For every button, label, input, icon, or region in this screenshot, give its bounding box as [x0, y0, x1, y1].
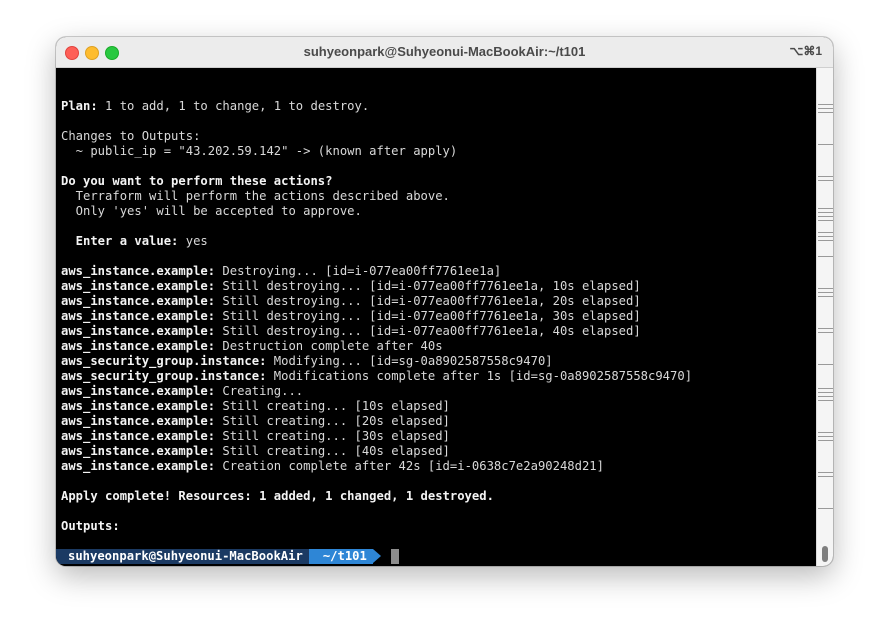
terminal-line: aws_instance.example: Creation complete … [61, 459, 692, 474]
line-label: Enter a value: [61, 234, 186, 248]
line-text: ~ public_ip = "43.202.59.142" -> (known … [61, 144, 458, 158]
resource-status: Creating... [215, 384, 304, 398]
resource-name: aws_instance.example: [61, 399, 216, 413]
resource-status: Still creating... [10s elapsed] [215, 399, 450, 413]
line-value: yes [185, 234, 208, 248]
title-bar[interactable]: suhyeonpark@Suhyeonui-MacBookAir:~/t101 … [56, 37, 833, 68]
shell-prompt[interactable]: suhyeonpark@Suhyeonui-MacBookAir ~/t101 [56, 549, 399, 564]
resource-name: aws_security_group.instance: [61, 369, 267, 383]
terminal-line: aws_instance.example: Still creating... … [61, 429, 692, 444]
terminal-line: Changes to Outputs: [61, 129, 692, 144]
resource-name: aws_instance.example: [61, 324, 216, 338]
terminal-line: Plan: 1 to add, 1 to change, 1 to destro… [61, 99, 692, 114]
terminal-line: Terraform will perform the actions descr… [61, 189, 692, 204]
terminal-line: Enter a value: yes [61, 234, 692, 249]
terminal-output[interactable]: Plan: 1 to add, 1 to change, 1 to destro… [56, 68, 817, 566]
resource-name: aws_security_group.instance: [61, 354, 267, 368]
resource-status: Still destroying... [id=i-077ea00ff7761e… [215, 279, 641, 293]
resource-status: Still creating... [30s elapsed] [215, 429, 450, 443]
resource-status: Destruction complete after 40s [215, 339, 443, 353]
window-title: suhyeonpark@Suhyeonui-MacBookAir:~/t101 [303, 44, 586, 59]
resource-status: Destroying... [id=i-077ea00ff7761ee1a] [215, 264, 502, 278]
resource-name: aws_instance.example: [61, 339, 216, 353]
resource-status: Still destroying... [id=i-077ea00ff7761e… [215, 309, 641, 323]
resource-status: Creation complete after 42s [id=i-0638c7… [215, 459, 604, 473]
line-text: Outputs: [61, 519, 120, 533]
terminal-line: aws_security_group.instance: Modificatio… [61, 369, 692, 384]
resource-status: Still destroying... [id=i-077ea00ff7761e… [215, 324, 641, 338]
terminal-line: aws_instance.example: Still creating... … [61, 399, 692, 414]
terminal-line: ~ public_ip = "43.202.59.142" -> (known … [61, 144, 692, 159]
terminal-line: aws_security_group.instance: Modifying..… [61, 354, 692, 369]
terminal-line: aws_instance.example: Still creating... … [61, 414, 692, 429]
resource-status: Modifications complete after 1s [id=sg-0… [266, 369, 693, 383]
terminal-line: aws_instance.example: Creating... [61, 384, 692, 399]
terminal-line: Outputs: [61, 519, 692, 534]
terminal-line: Only 'yes' will be accepted to approve. [61, 204, 692, 219]
terminal-line: aws_instance.example: Still destroying..… [61, 309, 692, 324]
resource-name: aws_instance.example: [61, 279, 216, 293]
prompt-host-segment: suhyeonpark@Suhyeonui-MacBookAir [56, 549, 317, 564]
terminal-line: aws_instance.example: Still destroying..… [61, 294, 692, 309]
line-text: Changes to Outputs: [61, 129, 201, 143]
output-lines: Plan: 1 to add, 1 to change, 1 to destro… [61, 84, 692, 564]
resource-name: aws_instance.example: [61, 384, 216, 398]
terminal-line: aws_instance.example: Still destroying..… [61, 279, 692, 294]
terminal-window: suhyeonpark@Suhyeonui-MacBookAir:~/t101 … [56, 37, 833, 566]
terminal-line: aws_instance.example: Still destroying..… [61, 324, 692, 339]
resource-name: aws_instance.example: [61, 444, 216, 458]
resource-status: Still creating... [40s elapsed] [215, 444, 450, 458]
terminal-line: Apply complete! Resources: 1 added, 1 ch… [61, 489, 692, 504]
terminal-line: aws_instance.example: Still creating... … [61, 444, 692, 459]
line-text: Terraform will perform the actions descr… [61, 189, 450, 203]
resource-name: aws_instance.example: [61, 309, 216, 323]
resource-status: Still creating... [20s elapsed] [215, 414, 450, 428]
terminal-line: aws_instance.example: Destruction comple… [61, 339, 692, 354]
resource-name: aws_instance.example: [61, 264, 216, 278]
scrollbar-thumb[interactable] [822, 546, 828, 562]
terminal-line: aws_instance.example: Destroying... [id=… [61, 264, 692, 279]
resource-name: aws_instance.example: [61, 459, 216, 473]
line-text: Apply complete! Resources: 1 added, 1 ch… [61, 489, 494, 503]
resource-name: aws_instance.example: [61, 414, 216, 428]
line-text: Do you want to perform these actions? [61, 174, 333, 188]
scrollbar[interactable] [816, 68, 833, 566]
terminal-line: Do you want to perform these actions? [61, 174, 692, 189]
line-text: Only 'yes' will be accepted to approve. [61, 204, 362, 218]
line-label: Plan: [61, 99, 106, 113]
resource-name: aws_instance.example: [61, 429, 216, 443]
resource-status: Still destroying... [id=i-077ea00ff7761e… [215, 294, 641, 308]
tab-shortcut: ⌥⌘1 [789, 44, 822, 58]
resource-status: Modifying... [id=sg-0a8902587558c9470] [266, 354, 553, 368]
line-value: 1 to add, 1 to change, 1 to destroy. [105, 99, 370, 113]
text-cursor [390, 549, 399, 564]
prompt-dir-segment: ~/t101 [308, 549, 381, 564]
resource-name: aws_instance.example: [61, 294, 216, 308]
